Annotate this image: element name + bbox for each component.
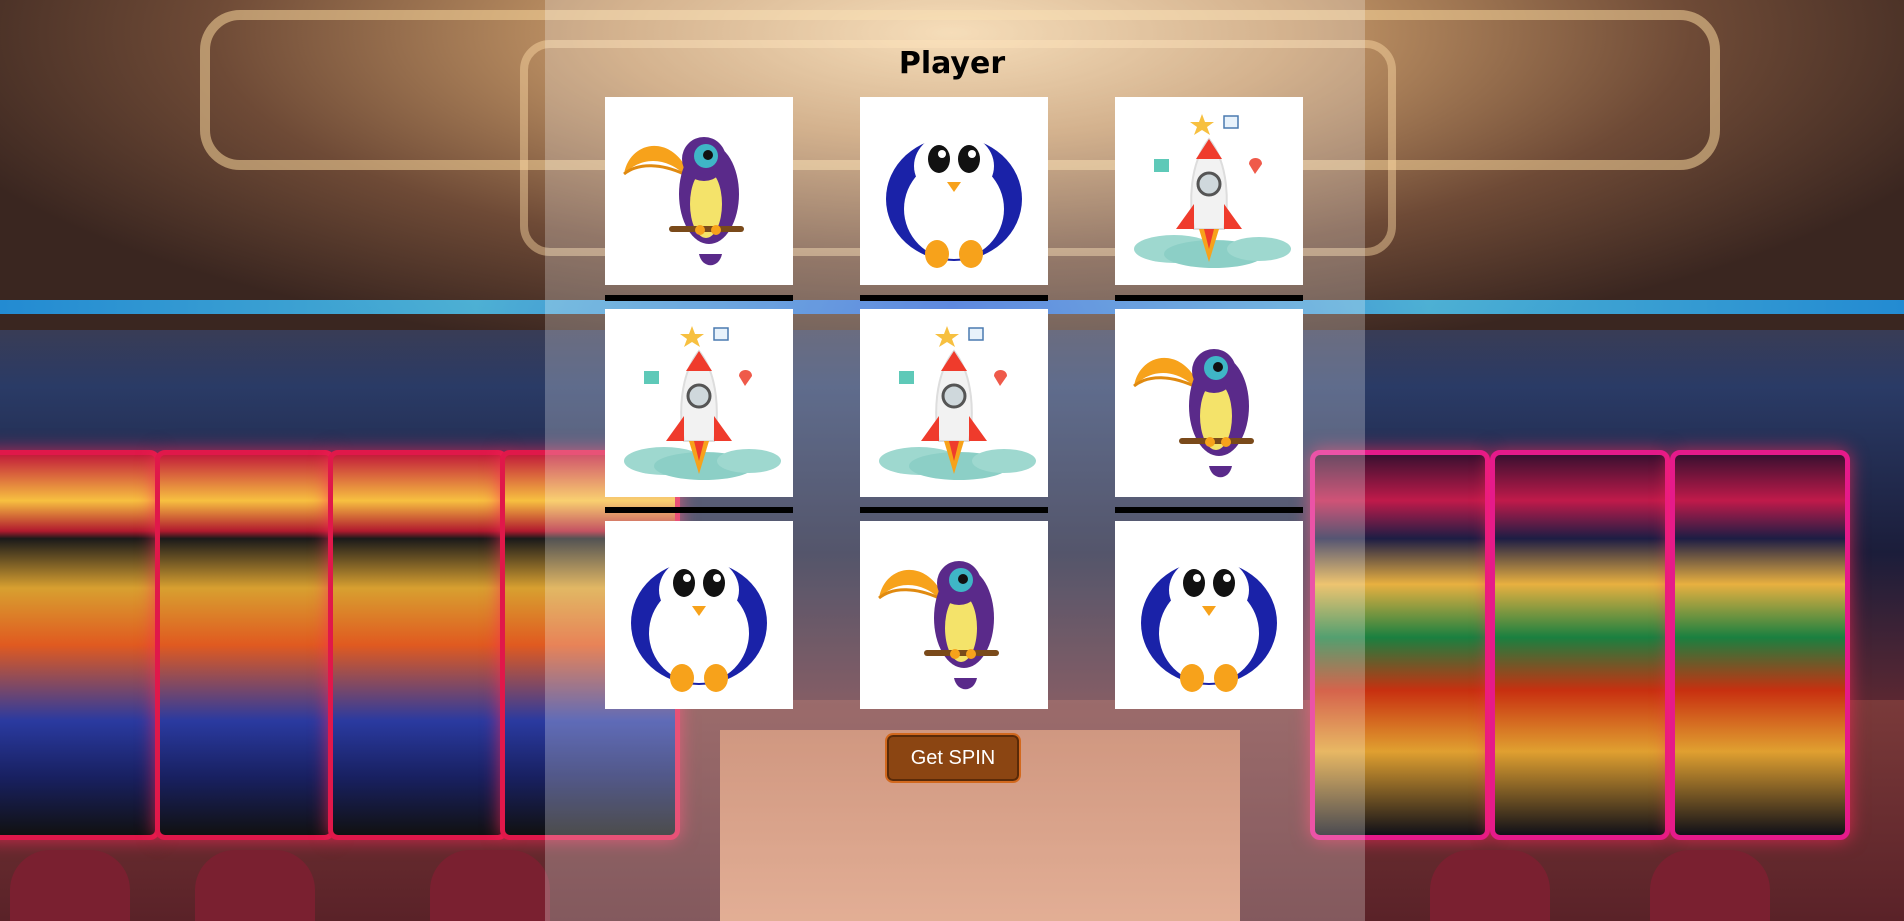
reel-cell xyxy=(1115,521,1303,709)
rocket-icon xyxy=(614,316,784,490)
reel-cell xyxy=(860,309,1048,497)
penguin-icon xyxy=(614,528,784,702)
slot-machine xyxy=(1670,450,1850,840)
slot-machine xyxy=(155,450,335,840)
reel-cell xyxy=(605,521,793,709)
penguin-icon xyxy=(869,104,1039,278)
rocket-icon xyxy=(1124,104,1294,278)
reel-cell xyxy=(605,97,793,285)
reel-cell xyxy=(1115,309,1303,497)
slot-machine xyxy=(328,450,508,840)
stool xyxy=(1430,850,1550,921)
player-title: Player xyxy=(898,46,1006,81)
reel-cell xyxy=(860,97,1048,285)
row-separator xyxy=(860,295,1048,301)
row-separator xyxy=(1115,507,1303,513)
row-separator xyxy=(1115,295,1303,301)
slot-machine xyxy=(0,450,160,840)
toucan-icon xyxy=(614,104,784,278)
row-separator xyxy=(860,507,1048,513)
row-separator xyxy=(605,295,793,301)
toucan-icon xyxy=(869,528,1039,702)
stool xyxy=(1650,850,1770,921)
row-separator xyxy=(605,507,793,513)
reel-cell xyxy=(605,309,793,497)
spin-button[interactable]: Get SPIN xyxy=(885,733,1021,783)
slot-machine xyxy=(1490,450,1670,840)
reel-cell xyxy=(1115,97,1303,285)
stool xyxy=(10,850,130,921)
stool xyxy=(430,850,550,921)
toucan-icon xyxy=(1124,316,1294,490)
reel-cell xyxy=(860,521,1048,709)
penguin-icon xyxy=(1124,528,1294,702)
rocket-icon xyxy=(869,316,1039,490)
stool xyxy=(195,850,315,921)
